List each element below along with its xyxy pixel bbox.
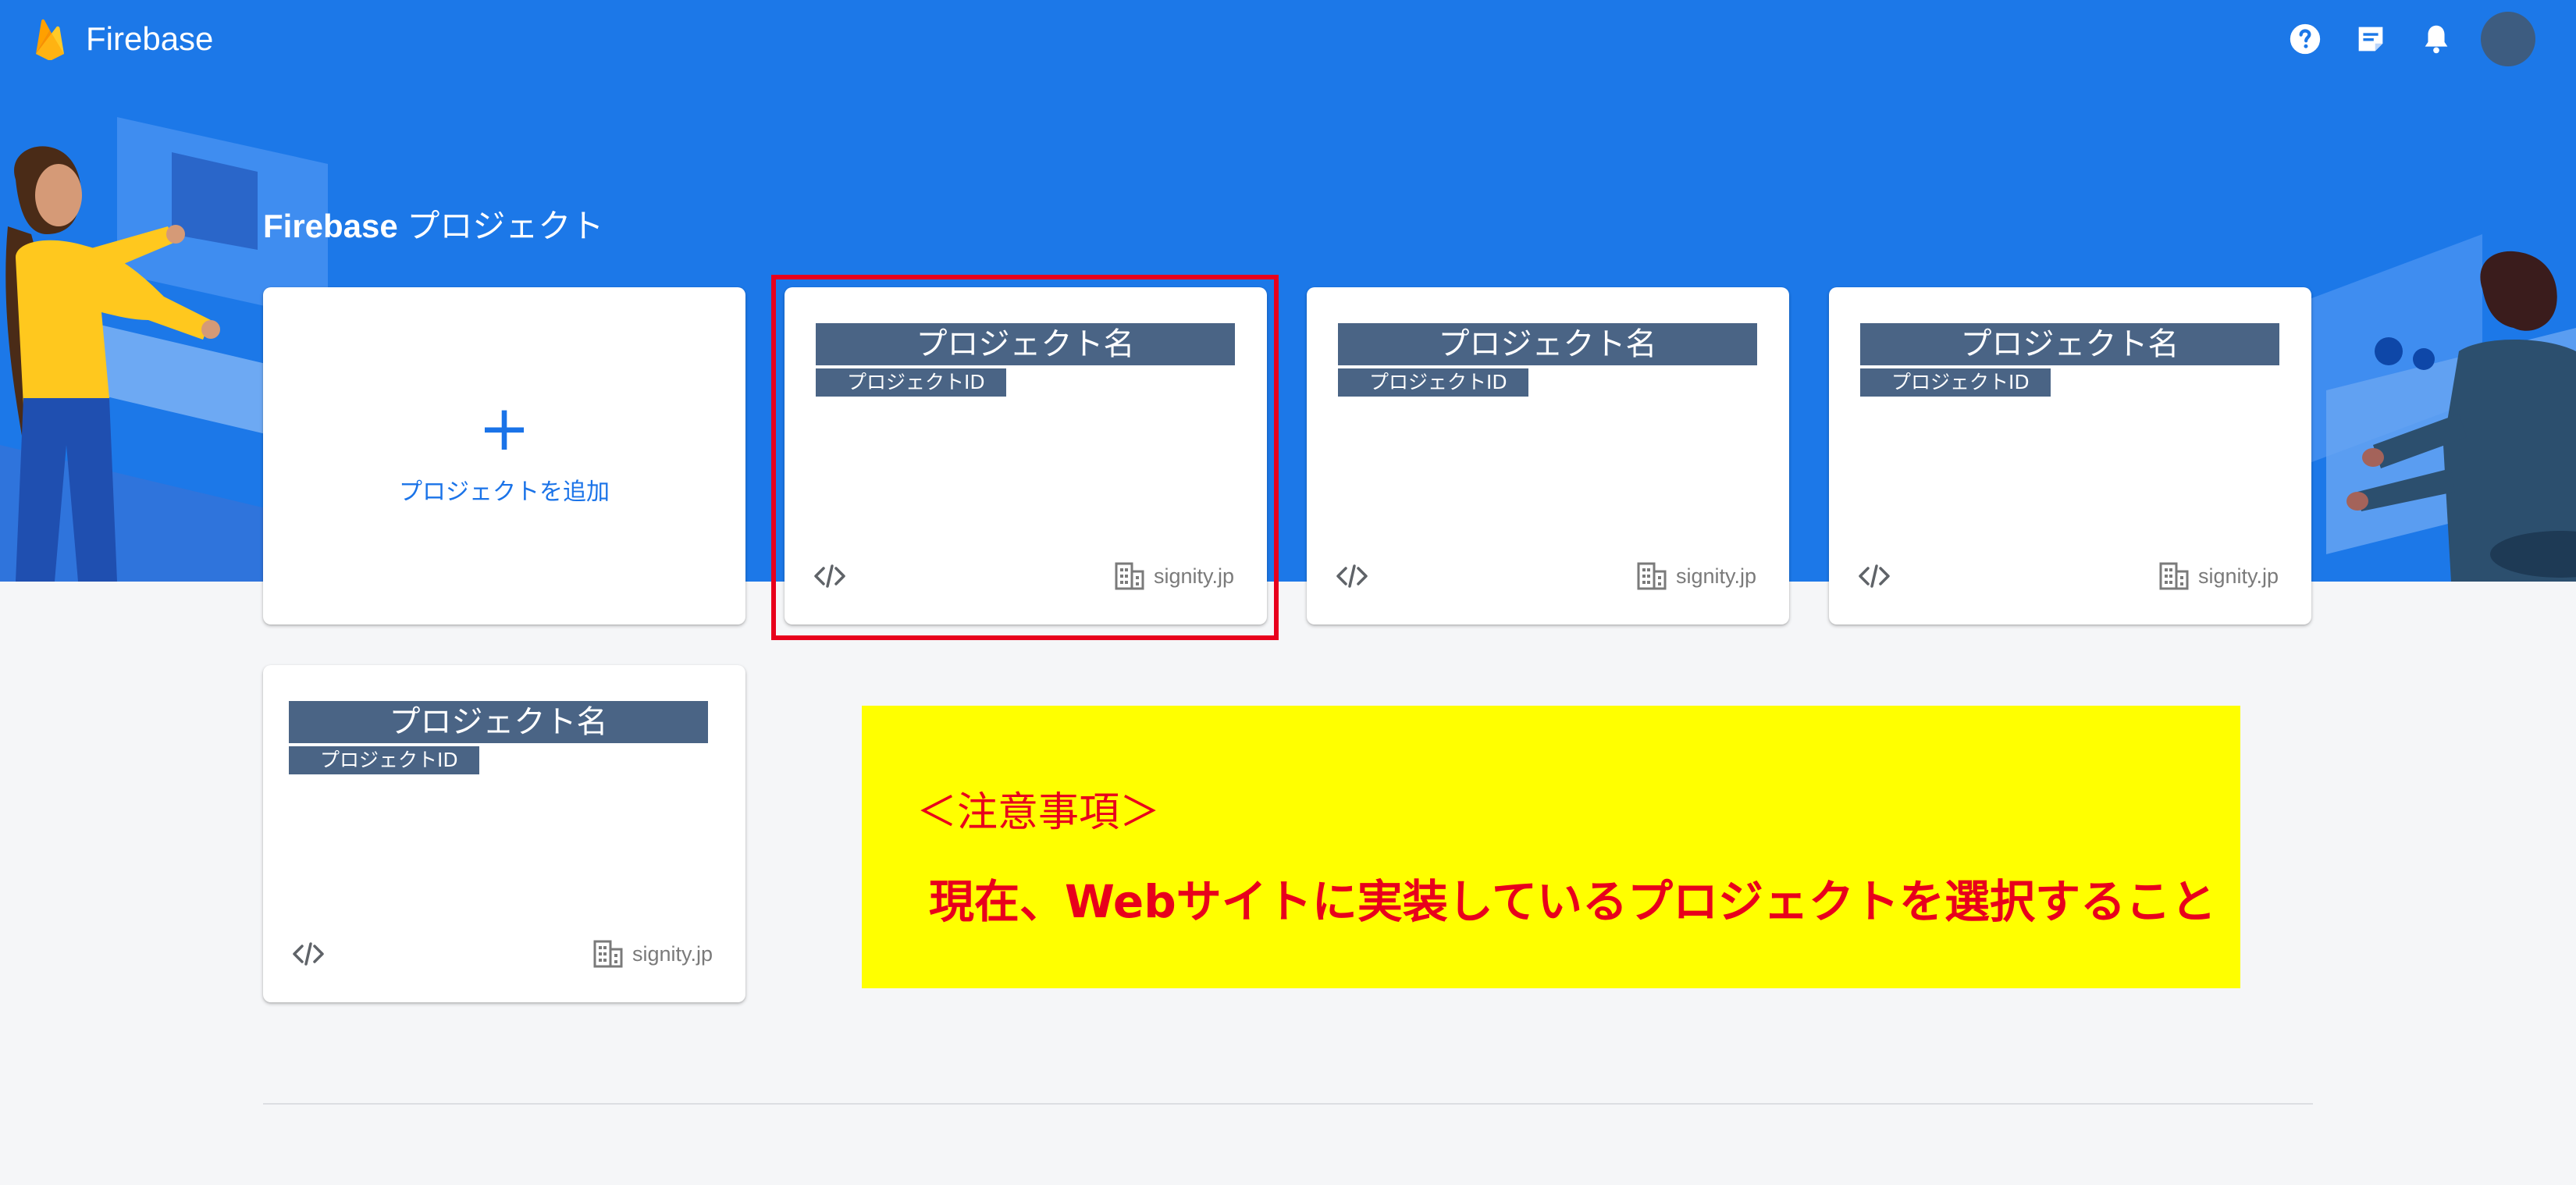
project-id: プロジェクトID xyxy=(1338,368,1528,397)
release-notes-icon[interactable] xyxy=(2350,18,2392,60)
project-id: プロジェクトID xyxy=(289,746,479,774)
project-org: signity.jp xyxy=(593,938,713,970)
page-title: Firebase プロジェクト xyxy=(263,200,603,247)
project-card-2[interactable]: プロジェクト名 プロジェクトID signity.jp xyxy=(1307,287,1789,625)
project-org: signity.jp xyxy=(1115,560,1234,592)
project-org: signity.jp xyxy=(1637,560,1756,592)
notifications-icon[interactable] xyxy=(2415,18,2457,60)
project-name: プロジェクト名 xyxy=(289,701,708,743)
project-card-3[interactable]: プロジェクト名 プロジェクトID signity.jp xyxy=(1829,287,2311,625)
firebase-logo-icon xyxy=(36,19,64,60)
project-card-4[interactable]: プロジェクト名 プロジェクトID signity.jp xyxy=(263,665,745,1002)
notice-title: ＜注意事項＞ xyxy=(916,789,1161,836)
project-name: プロジェクト名 xyxy=(816,323,1235,365)
project-id: プロジェクトID xyxy=(816,368,1006,397)
help-icon[interactable] xyxy=(2284,18,2326,60)
org-label: signity.jp xyxy=(1153,564,1234,588)
code-icon xyxy=(1336,564,1368,588)
code-icon xyxy=(293,942,324,966)
project-org: signity.jp xyxy=(2159,560,2279,592)
page-title-rest: プロジェクト xyxy=(397,208,604,244)
notice-box: ＜注意事項＞ 現在、Webサイトに実装しているプロジェクトを選択すること xyxy=(862,706,2240,988)
page-title-brand: Firebase xyxy=(263,208,398,244)
notice-body: 現在、Webサイトに実装しているプロジェクトを選択すること xyxy=(929,875,2217,928)
project-name: プロジェクト名 xyxy=(1860,323,2279,365)
project-name: プロジェクト名 xyxy=(1338,323,1757,365)
domain-icon xyxy=(1115,562,1144,590)
project-card-1[interactable]: プロジェクト名 プロジェクトID signity.jp xyxy=(785,287,1267,625)
project-id: プロジェクトID xyxy=(1860,368,2051,397)
domain-icon xyxy=(1637,562,1667,590)
top-actions xyxy=(2261,11,2535,67)
code-icon xyxy=(814,564,845,588)
add-project-card[interactable]: + プロジェクトを追加 xyxy=(263,287,745,625)
app-name: Firebase xyxy=(86,20,214,57)
domain-icon xyxy=(2159,562,2189,590)
org-label: signity.jp xyxy=(2197,564,2279,588)
top-app-bar: Firebase xyxy=(0,0,2576,78)
add-icon: + xyxy=(478,392,531,464)
brand[interactable]: Firebase xyxy=(33,16,213,62)
illustration-person-right-icon xyxy=(2295,234,2576,582)
add-project-label: プロジェクトを追加 xyxy=(399,479,610,506)
org-label: signity.jp xyxy=(1675,564,1756,588)
code-icon xyxy=(1859,564,1890,588)
divider xyxy=(263,1103,2313,1105)
domain-icon xyxy=(593,940,623,968)
org-label: signity.jp xyxy=(632,941,713,966)
account-avatar[interactable] xyxy=(2481,12,2535,66)
